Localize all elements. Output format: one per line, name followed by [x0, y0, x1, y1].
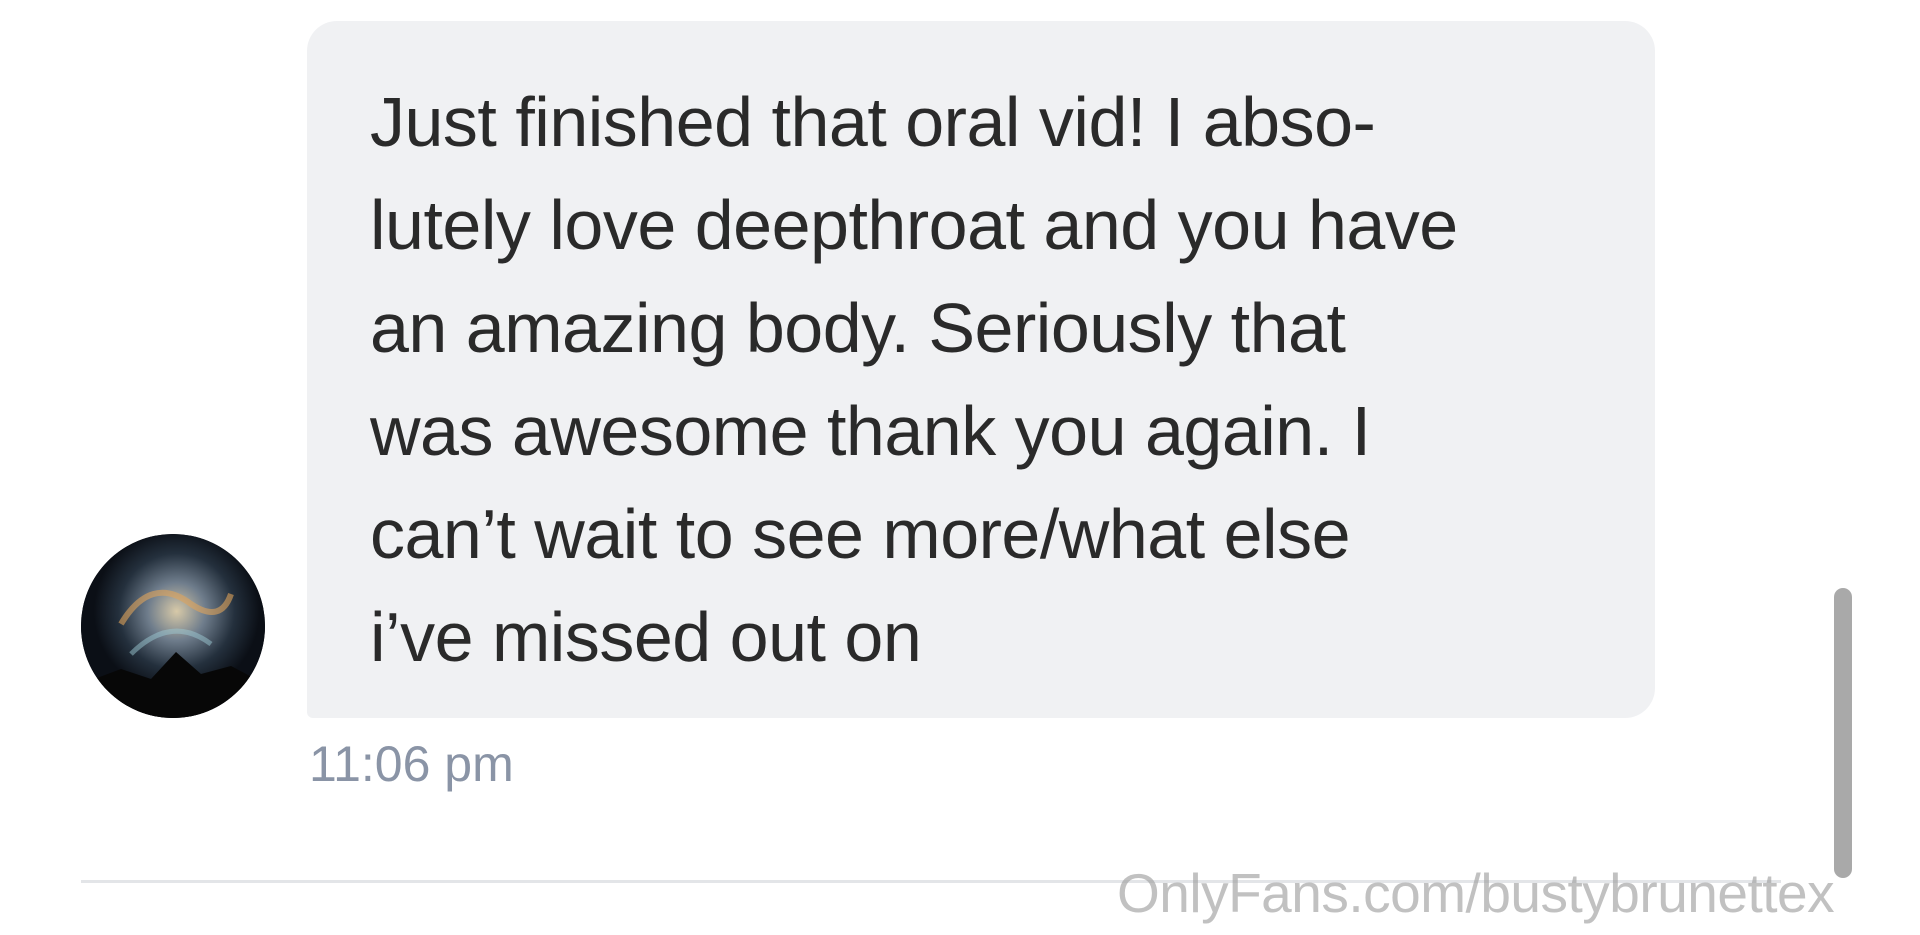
avatar-image	[81, 534, 265, 718]
avatar[interactable]	[81, 534, 265, 718]
chat-message-row: Just finished that oral vid! I abso- lut…	[0, 0, 1920, 935]
message-line: i’ve missed out on	[370, 598, 922, 676]
message-line: Just finished that oral vid! I abso-	[370, 83, 1376, 161]
message-bubble[interactable]: Just finished that oral vid! I abso- lut…	[307, 21, 1655, 718]
watermark: OnlyFans.com/bustybrunettex	[1117, 862, 1835, 924]
message-text: Just finished that oral vid! I abso- lut…	[370, 71, 1595, 689]
scrollbar-thumb[interactable]	[1834, 588, 1852, 878]
message-line: an amazing body. Seriously that	[370, 289, 1346, 367]
message-line: was awesome thank you again. I	[370, 392, 1371, 470]
message-timestamp: 11:06 pm	[309, 736, 514, 792]
message-line: lutely love deepthroat and you have	[370, 186, 1458, 264]
message-line: can’t wait to see more/what else	[370, 495, 1351, 573]
